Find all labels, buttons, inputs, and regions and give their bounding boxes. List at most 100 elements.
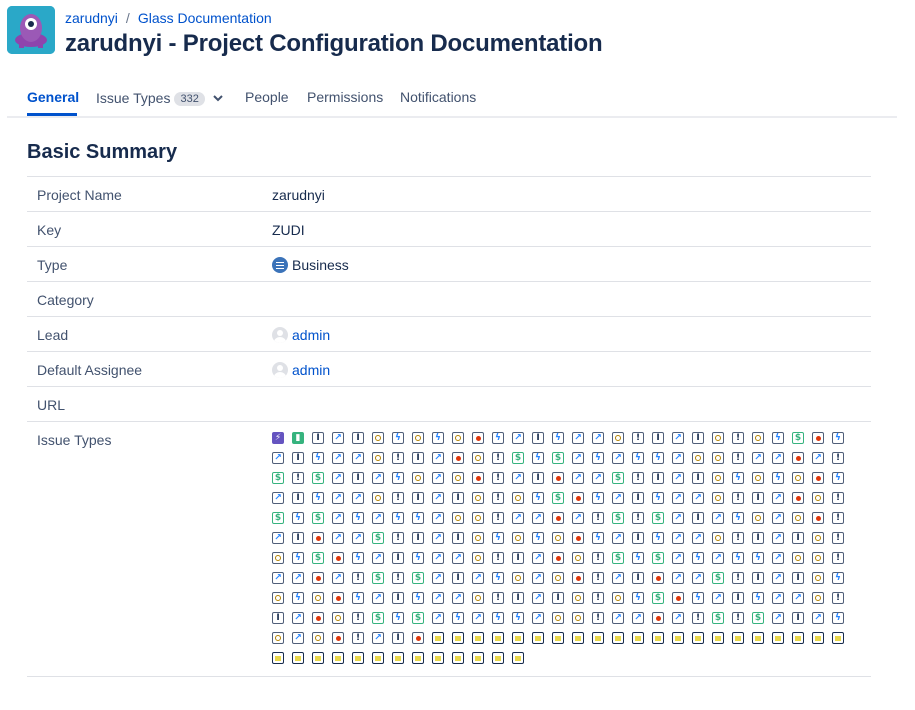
arrow-up-right-icon: ↗	[772, 552, 784, 564]
dollar-icon: $	[652, 512, 664, 524]
check-circle-icon	[472, 592, 484, 604]
info-icon: I	[272, 612, 284, 624]
dollar-icon: $	[552, 492, 564, 504]
red-dot-icon	[652, 612, 664, 624]
summary-row-project-name: Project Name zarudnyi	[27, 177, 871, 212]
document-icon	[312, 652, 324, 664]
document-icon	[752, 632, 764, 644]
document-icon	[492, 632, 504, 644]
project-avatar[interactable]	[7, 6, 55, 54]
lightning-icon: ϟ	[532, 492, 544, 504]
lightning-icon: ϟ	[532, 452, 544, 464]
info-icon: I	[632, 572, 644, 584]
lightning-icon: ϟ	[692, 552, 704, 564]
issue-types-count-badge: 332	[174, 92, 205, 106]
document-icon	[552, 632, 564, 644]
lightning-icon: ϟ	[752, 592, 764, 604]
check-circle-icon	[572, 592, 584, 604]
default-assignee-link[interactable]: admin	[292, 362, 330, 378]
breadcrumb-glass-link[interactable]: Glass Documentation	[138, 10, 272, 26]
lightning-icon: ϟ	[632, 552, 644, 564]
info-icon: I	[792, 532, 804, 544]
summary-row-issue-types: Issue Types ⚡ ▮ I ↗ Iϟ ϟ ϟ ↗ Iϟ ↗ ↗! I ↗ I! ϟ $ ϟ ↗ Iϟ ↗ ↗! I…	[27, 422, 871, 677]
arrow-up-right-icon: ↗	[292, 632, 304, 644]
tab-permissions[interactable]: Permissions	[307, 89, 383, 105]
tab-notifications[interactable]: Notifications	[400, 89, 476, 105]
arrow-up-right-icon: ↗	[512, 472, 524, 484]
lightning-icon: ϟ	[732, 512, 744, 524]
lightning-icon: ϟ	[412, 552, 424, 564]
arrow-up-right-icon: ↗	[532, 592, 544, 604]
arrow-up-right-icon: ↗	[752, 452, 764, 464]
lightning-icon: ϟ	[652, 532, 664, 544]
document-icon	[532, 632, 544, 644]
info-icon: I	[752, 572, 764, 584]
arrow-up-right-icon: ↗	[672, 432, 684, 444]
red-dot-icon	[332, 592, 344, 604]
info-icon: I	[392, 632, 404, 644]
exclamation-icon: !	[392, 452, 404, 464]
breadcrumb-project-link[interactable]: zarudnyi	[65, 10, 118, 26]
active-tab-indicator	[27, 113, 77, 116]
info-icon: I	[792, 612, 804, 624]
document-icon	[472, 632, 484, 644]
document-icon	[412, 652, 424, 664]
info-icon: I	[652, 432, 664, 444]
arrow-up-right-icon: ↗	[372, 592, 384, 604]
row-value: ZUDI	[272, 222, 305, 238]
chevron-down-icon[interactable]	[213, 89, 223, 105]
tab-issue-types[interactable]: Issue Types 332	[96, 89, 223, 106]
arrow-up-right-icon: ↗	[432, 572, 444, 584]
exclamation-icon: !	[492, 472, 504, 484]
info-icon: I	[292, 532, 304, 544]
document-icon	[812, 632, 824, 644]
arrow-up-right-icon: ↗	[472, 572, 484, 584]
tab-people[interactable]: People	[245, 89, 289, 105]
document-icon	[352, 652, 364, 664]
arrow-up-right-icon: ↗	[452, 552, 464, 564]
exclamation-icon: !	[832, 512, 844, 524]
tab-general[interactable]: General	[27, 89, 79, 105]
document-icon	[472, 652, 484, 664]
arrow-up-right-icon: ↗	[512, 432, 524, 444]
arrow-up-right-icon: ↗	[612, 612, 624, 624]
info-icon: I	[392, 592, 404, 604]
arrow-up-right-icon: ↗	[332, 472, 344, 484]
exclamation-icon: !	[492, 592, 504, 604]
lightning-icon: ϟ	[492, 532, 504, 544]
lightning-icon: ϟ	[772, 472, 784, 484]
arrow-up-right-icon: ↗	[272, 532, 284, 544]
exclamation-icon: !	[732, 452, 744, 464]
info-icon: I	[652, 472, 664, 484]
project-header: zarudnyi / Glass Documentation zarudnyi - …	[7, 6, 907, 62]
user-avatar-icon	[272, 327, 288, 343]
row-label: Category	[37, 292, 94, 308]
red-dot-icon	[572, 532, 584, 544]
lightning-icon: ϟ	[352, 592, 364, 604]
check-circle-icon	[792, 512, 804, 524]
row-value: Business	[272, 257, 349, 273]
red-dot-icon	[312, 572, 324, 584]
document-icon	[272, 652, 284, 664]
arrow-up-right-icon: ↗	[432, 552, 444, 564]
arrow-up-right-icon: ↗	[672, 472, 684, 484]
tab-permissions-label: Permissions	[307, 89, 384, 105]
lightning-icon: ϟ	[732, 552, 744, 564]
info-icon: I	[392, 552, 404, 564]
exclamation-icon: !	[732, 492, 744, 504]
dollar-icon: $	[412, 572, 424, 584]
dollar-icon: $	[372, 612, 384, 624]
lightning-icon: ϟ	[832, 432, 844, 444]
document-icon	[372, 652, 384, 664]
check-circle-icon	[452, 512, 464, 524]
lightning-icon: ϟ	[452, 612, 464, 624]
arrow-up-right-icon: ↗	[432, 452, 444, 464]
lead-user-link[interactable]: admin	[292, 327, 330, 343]
info-icon: I	[452, 572, 464, 584]
arrow-up-right-icon: ↗	[772, 572, 784, 584]
dollar-icon: $	[372, 532, 384, 544]
red-dot-icon	[472, 432, 484, 444]
arrow-up-right-icon: ↗	[372, 472, 384, 484]
dollar-icon: $	[652, 592, 664, 604]
info-icon: I	[292, 492, 304, 504]
